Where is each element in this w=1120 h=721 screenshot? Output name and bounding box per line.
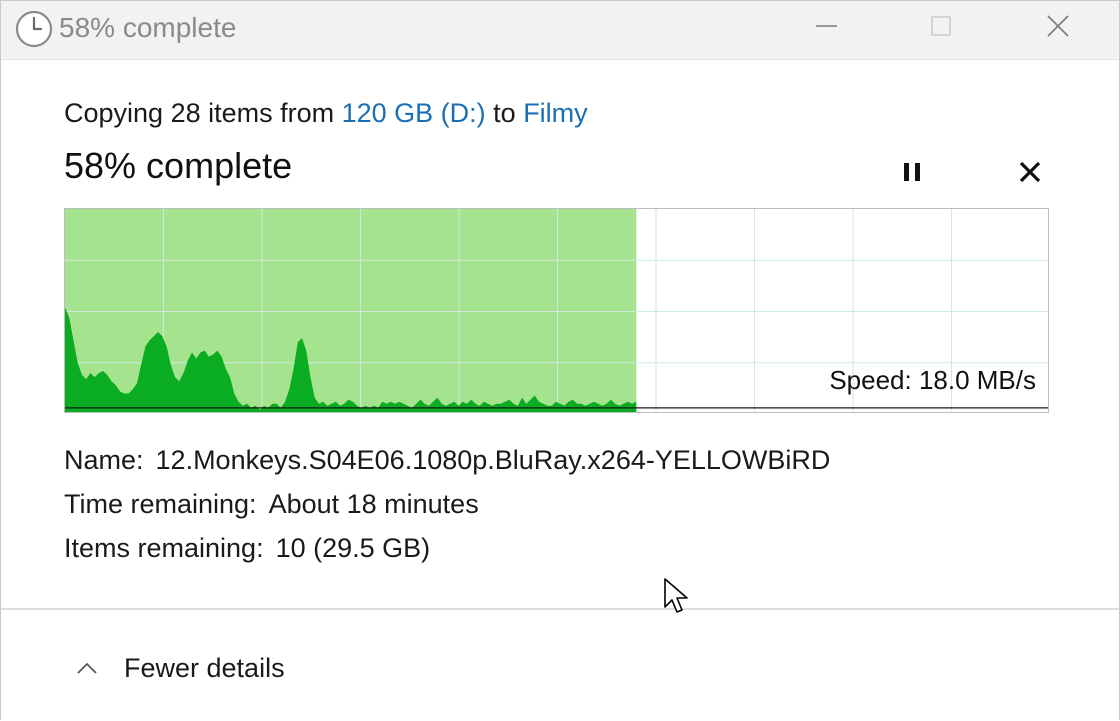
copy-summary: Copying 28 items from 120 GB (D:) to Fil…	[64, 98, 588, 129]
copy-middle: to	[485, 98, 524, 128]
dialog-content: Copying 28 items from 120 GB (D:) to Fil…	[1, 60, 1119, 608]
source-link[interactable]: 120 GB (D:)	[342, 98, 486, 128]
maximize-icon	[931, 16, 951, 36]
copy-dialog-window: 58% complete Copying 28 items from 120 G…	[0, 0, 1120, 721]
chevron-up-icon	[77, 662, 97, 674]
minimize-button[interactable]	[791, 1, 861, 53]
name-value: 12.Monkeys.S04E06.1080p.BluRay.x264-YELL…	[155, 445, 831, 475]
items-remaining-row: Items remaining: 10 (29.5 GB)	[64, 533, 830, 577]
items-remaining-label: Items remaining:	[64, 533, 264, 563]
name-row: Name: 12.Monkeys.S04E06.1080p.BluRay.x264…	[64, 445, 830, 489]
name-label: Name:	[64, 445, 144, 475]
clock-icon	[15, 10, 53, 48]
fewer-details-button[interactable]: Fewer details	[71, 648, 285, 688]
copy-prefix: Copying 28 items from	[64, 98, 342, 128]
percent-complete-heading: 58% complete	[64, 145, 293, 186]
dialog-footer: Fewer details	[1, 608, 1119, 721]
details-panel: Name: 12.Monkeys.S04E06.1080p.BluRay.x264…	[64, 445, 830, 577]
destination-link[interactable]: Filmy	[523, 98, 587, 128]
items-remaining-value: 10 (29.5 GB)	[275, 533, 431, 563]
fewer-details-label: Fewer details	[124, 652, 285, 683]
window-title: 58% complete	[59, 12, 237, 43]
speed-label: Speed: 18.0 MB/s	[829, 365, 1036, 395]
close-icon	[1019, 161, 1041, 183]
pause-button[interactable]	[894, 153, 930, 191]
time-remaining-label: Time remaining:	[64, 489, 257, 519]
maximize-button	[906, 1, 976, 53]
title-bar[interactable]: 58% complete	[1, 1, 1119, 60]
close-icon	[1047, 15, 1069, 37]
speed-graph: Speed: 18.0 MB/s	[64, 208, 1049, 413]
time-remaining-value: About 18 minutes	[268, 489, 479, 519]
minimize-icon	[816, 25, 837, 27]
pause-icon	[904, 163, 920, 181]
time-remaining-row: Time remaining: About 18 minutes	[64, 489, 830, 533]
cancel-button[interactable]	[1012, 153, 1048, 191]
window-close-button[interactable]	[1023, 1, 1093, 53]
